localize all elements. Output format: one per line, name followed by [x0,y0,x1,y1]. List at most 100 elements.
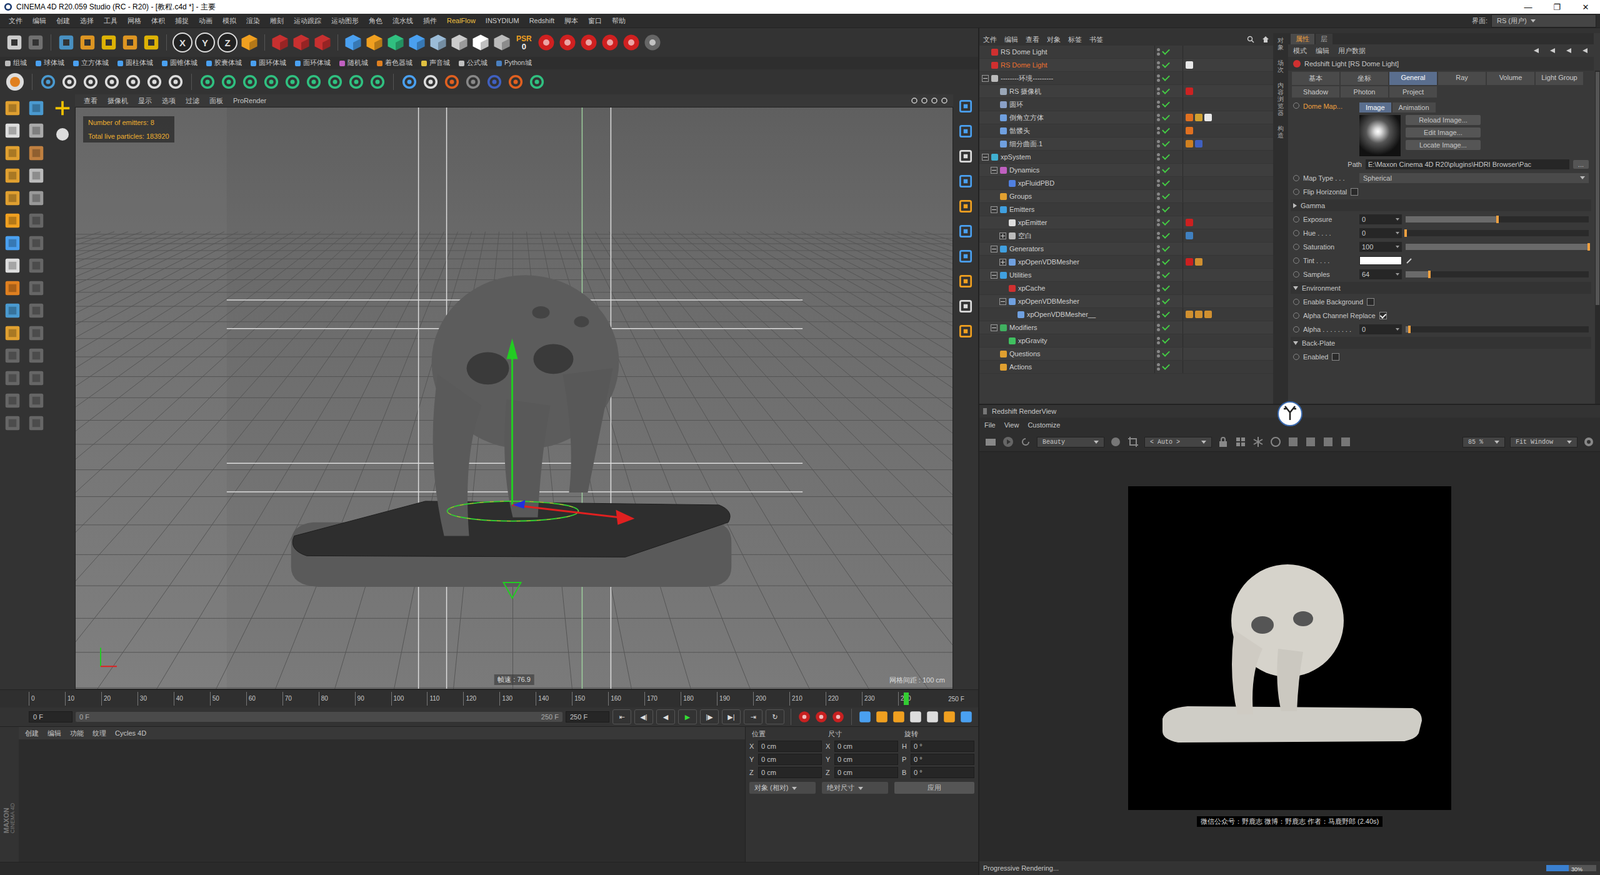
tool-icon[interactable] [313,33,332,52]
image-button[interactable]: Edit Image... [1405,127,1481,138]
material-menu-item[interactable]: 功能 [70,728,84,739]
view-tool-icon[interactable] [957,223,974,240]
transport-button[interactable]: ▶| [721,709,741,725]
enabled-check[interactable] [1161,283,1170,292]
object-menu-item[interactable]: 书签 [1089,35,1104,45]
tag-icon[interactable] [1195,258,1203,266]
viewport-menu-item[interactable]: 显示 [134,96,156,106]
visibility-cell[interactable] [1154,216,1184,229]
coordinate-field[interactable]: 0 cm [758,753,822,765]
expand-toggle[interactable] [990,101,998,109]
transport-button[interactable]: ◀| [634,709,654,725]
key-mode-icon[interactable] [858,710,872,724]
tag-icon[interactable] [1185,231,1194,240]
object-row[interactable]: Utilities [979,268,1274,282]
enabled-check[interactable] [1161,46,1170,55]
mode-icon[interactable] [3,413,22,433]
tool-icon[interactable] [407,33,427,52]
visibility-cell[interactable] [1154,295,1184,308]
mode-icon[interactable] [26,323,46,343]
object-menu-item[interactable]: 编辑 [1004,35,1019,45]
view-tool-icon[interactable] [957,173,974,190]
coordinate-field[interactable]: 0 ° [910,753,975,765]
tool-icon[interactable] [241,73,259,91]
snowflake-icon[interactable] [1251,435,1265,449]
visibility-cell[interactable] [1154,321,1184,334]
checkbox[interactable] [1379,311,1387,320]
visibility-cell[interactable] [1154,124,1184,137]
mode-icon[interactable] [26,98,46,118]
expand-toggle[interactable] [990,127,998,135]
window-control[interactable]: — [1513,2,1543,12]
coordinate-field[interactable]: 0 cm [758,740,822,752]
tag-icon[interactable] [1204,310,1212,319]
tool-icon[interactable] [528,73,546,91]
attribute-nav-icon[interactable] [1565,46,1573,55]
color-swatch[interactable] [1359,256,1402,265]
object-row[interactable]: 细分曲面.1 [979,137,1274,151]
menu-item[interactable]: 运动跟踪 [288,16,327,26]
mode-icon[interactable] [26,278,46,298]
path-field[interactable]: E:\Maxon Cinema 4D R20\plugins\HDRI Brow… [1365,159,1570,170]
expand-toggle[interactable] [999,219,1007,227]
tool-icon[interactable] [365,33,384,52]
tool-icon[interactable] [386,33,405,52]
mode-icon[interactable] [26,211,46,230]
expand-toggle[interactable] [999,337,1007,345]
plugin-item[interactable]: 声音城 [421,58,450,68]
enabled-check[interactable] [1161,217,1170,226]
mode-icon[interactable] [26,413,46,433]
material-area[interactable] [18,739,745,862]
key-mode-icon[interactable] [908,710,923,724]
menu-item[interactable]: 编辑 [27,16,52,26]
menu-item[interactable]: 窗口 [583,16,607,26]
enabled-check[interactable] [1161,138,1170,147]
coordinate-mode-select[interactable]: 对象 (相对) [749,781,816,794]
expand-toggle[interactable] [990,245,998,253]
playhead[interactable] [903,692,909,705]
tool-icon[interactable] [99,33,119,52]
image-tool-icon[interactable] [1321,435,1335,449]
expand-toggle[interactable] [990,114,998,122]
object-row[interactable]: Emitters [979,203,1274,217]
visibility-cell[interactable] [1154,111,1184,124]
tool-icon[interactable] [141,33,161,52]
attribute-tab[interactable]: 坐标 [1340,71,1389,85]
coordinate-field[interactable]: 0 cm [758,766,822,779]
auto-select[interactable]: < Auto > [1144,436,1212,448]
visibility-cell[interactable] [1154,203,1184,216]
image-tool-icon[interactable] [1286,435,1300,449]
timeline[interactable]: 0102030405060708090100110120130140150160… [0,689,979,708]
plugin-item[interactable]: 胶囊体城 [206,58,242,68]
side-tab[interactable]: 构造 [1277,125,1284,139]
visibility-cell[interactable] [1154,190,1184,203]
tag-icon[interactable] [1185,140,1194,148]
tool-icon[interactable] [471,33,490,52]
expand-toggle[interactable] [990,350,998,358]
eyedropper-icon[interactable] [1405,256,1414,265]
record-key-icon[interactable] [814,710,829,724]
tool-icon[interactable] [78,33,97,52]
home-icon[interactable] [1261,35,1270,44]
snapshot-icon[interactable] [1109,435,1122,449]
renderview-menu-item[interactable]: View [1004,421,1020,429]
tool-icon[interactable] [124,73,142,91]
tool-icon[interactable] [450,33,469,52]
material-menu-item[interactable]: Cycles 4D [115,729,147,737]
transport-button[interactable]: ↻ [765,709,785,725]
menu-item[interactable]: Redshift [524,16,560,25]
attribute-menu-item[interactable]: 用户数据 [1338,46,1366,56]
tool-icon[interactable] [492,33,512,52]
record-key-icon[interactable] [831,710,845,724]
expand-toggle[interactable] [999,285,1007,292]
circle-icon[interactable] [1269,435,1282,449]
mode-icon[interactable] [26,233,46,253]
tool-icon[interactable] [198,73,217,91]
object-row[interactable]: xpGravity [979,334,1274,348]
object-row[interactable]: 倒角立方体 [979,111,1274,125]
menu-item[interactable]: RealFlow [441,16,481,25]
image-button[interactable]: Reload Image... [1405,115,1481,125]
mode-icon[interactable] [26,391,46,410]
render-area[interactable]: 微信公众号：野鹿志 微博：野鹿志 作者：马鹿野郎 (2.40s) [979,451,1600,862]
expand-toggle[interactable] [990,193,998,200]
